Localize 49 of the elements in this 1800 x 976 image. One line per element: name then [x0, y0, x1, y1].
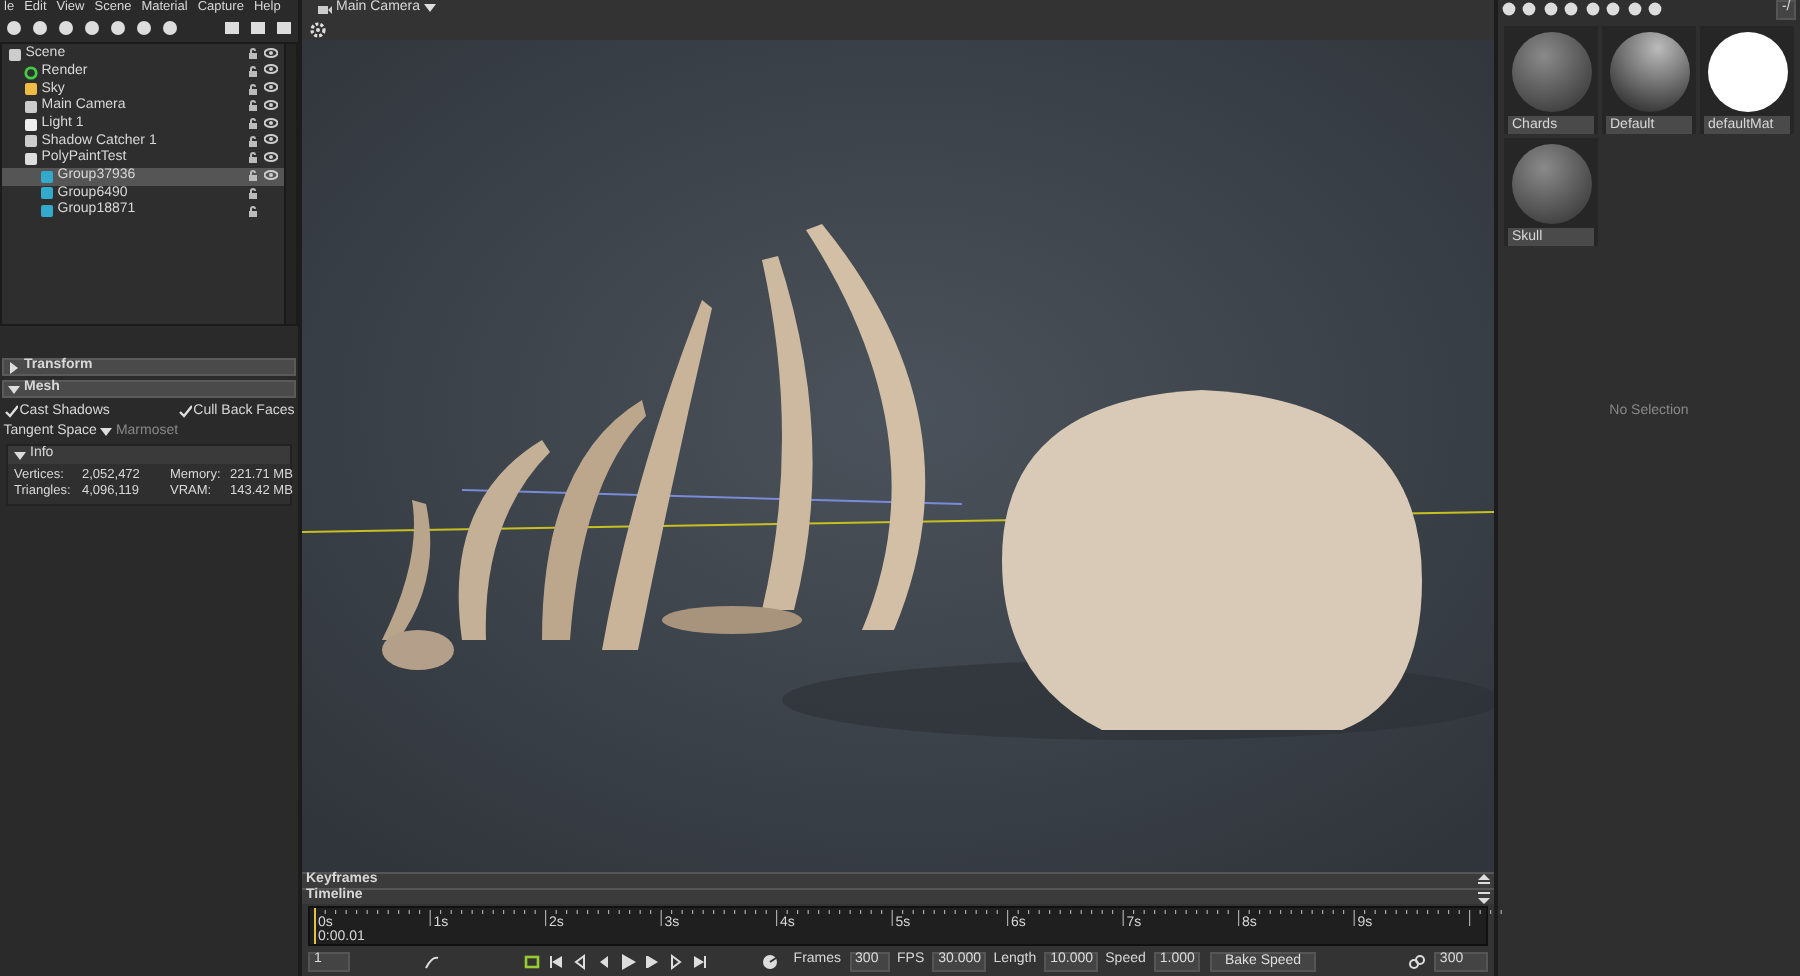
check-icon [3, 404, 18, 419]
step-back-icon[interactable] [571, 953, 588, 969]
caret-icon [423, 3, 436, 14]
collapse-icon [8, 383, 20, 395]
lock-icon[interactable] [248, 83, 258, 96]
scrollbar[interactable] [284, 44, 296, 324]
eye-icon[interactable] [264, 82, 278, 93]
shadow-node-icon [24, 134, 38, 149]
light-node-icon [24, 117, 38, 132]
collapse-up-icon[interactable] [1478, 874, 1490, 888]
collapse-down-icon[interactable] [1478, 890, 1490, 904]
eye-icon[interactable] [264, 64, 278, 75]
lock-icon[interactable] [248, 100, 258, 113]
eye-icon[interactable] [264, 117, 278, 128]
scene-node-icon [8, 47, 22, 62]
eye-icon[interactable] [264, 169, 278, 180]
link-icon[interactable] [1407, 953, 1426, 969]
lock-icon[interactable] [248, 135, 258, 148]
expand-icon [8, 361, 20, 373]
loop-icon[interactable] [523, 953, 540, 969]
render-node-icon [24, 65, 38, 80]
step-forward-icon[interactable] [667, 953, 684, 969]
camera-node-icon [24, 99, 38, 114]
curve-icon[interactable] [424, 953, 441, 969]
lock-icon[interactable] [248, 187, 258, 200]
lock-icon[interactable] [248, 170, 258, 183]
lock-icon[interactable] [248, 205, 258, 218]
collapse-icon [14, 449, 26, 462]
frame-forward-icon[interactable] [643, 953, 660, 969]
settings-icon[interactable] [310, 21, 326, 37]
lock-icon[interactable] [248, 152, 258, 165]
mesh-node-icon [24, 151, 38, 166]
sky-node-icon [24, 82, 38, 97]
eye-icon[interactable] [264, 47, 278, 58]
eye-icon[interactable] [264, 134, 278, 145]
skip-end-icon[interactable] [691, 953, 708, 969]
skip-start-icon[interactable] [547, 953, 564, 969]
eye-icon[interactable] [264, 99, 278, 110]
play-icon[interactable] [619, 953, 636, 969]
group-node-icon [40, 204, 54, 219]
lock-icon[interactable] [248, 48, 258, 61]
lock-icon[interactable] [248, 118, 258, 131]
caret-icon [100, 427, 113, 438]
material-sphere-icon[interactable] [1609, 32, 1689, 112]
check-icon [177, 404, 192, 419]
eye-icon[interactable] [264, 151, 278, 162]
lock-icon[interactable] [248, 66, 258, 79]
frame-back-icon[interactable] [595, 953, 612, 969]
material-sphere-icon[interactable] [1707, 32, 1787, 112]
